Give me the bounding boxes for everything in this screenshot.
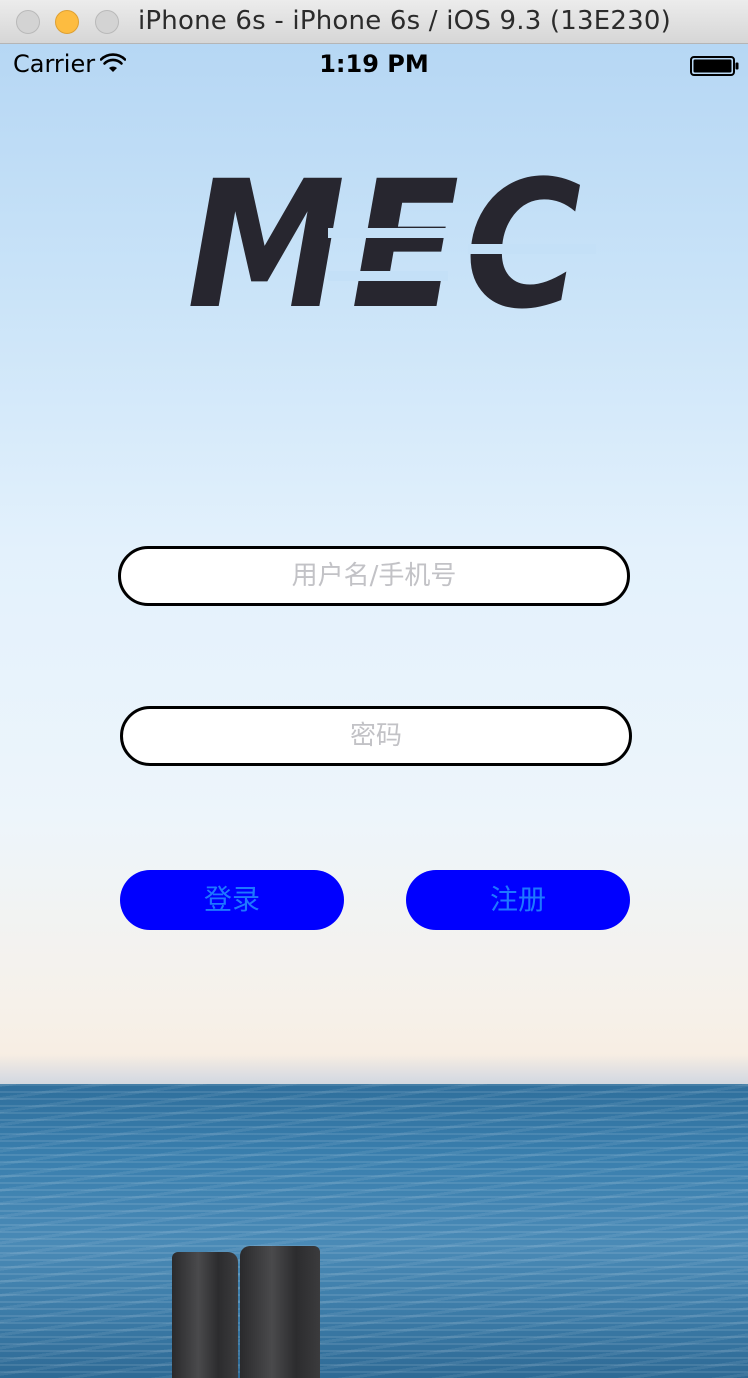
password-input[interactable] <box>120 706 632 766</box>
window-titlebar: iPhone 6s - iPhone 6s / iOS 9.3 (13E230) <box>0 0 748 44</box>
status-bar: Carrier 1:19 PM <box>0 44 748 84</box>
background-sea <box>0 1084 748 1378</box>
device-screen: Carrier 1:19 PM MEC 登录 注册 <box>0 44 748 1378</box>
window-title: iPhone 6s - iPhone 6s / iOS 9.3 (13E230) <box>138 6 671 36</box>
status-time: 1:19 PM <box>319 50 429 78</box>
close-window-button[interactable] <box>16 10 40 34</box>
minimize-window-button[interactable] <box>55 10 79 34</box>
mec-logo: MEC <box>187 166 596 322</box>
username-input[interactable] <box>118 546 630 606</box>
battery-icon <box>690 56 739 76</box>
logo-notch <box>328 228 448 238</box>
background-horizon <box>0 1054 748 1088</box>
zoom-window-button[interactable] <box>95 10 119 34</box>
background-wooden-post <box>240 1246 320 1378</box>
logo-notch <box>328 271 448 281</box>
simulator-window: iPhone 6s - iPhone 6s / iOS 9.3 (13E230)… <box>0 0 748 1378</box>
register-button[interactable]: 注册 <box>406 870 630 930</box>
background-wooden-post <box>172 1252 238 1378</box>
logo-notch <box>468 244 596 254</box>
login-button[interactable]: 登录 <box>120 870 344 930</box>
